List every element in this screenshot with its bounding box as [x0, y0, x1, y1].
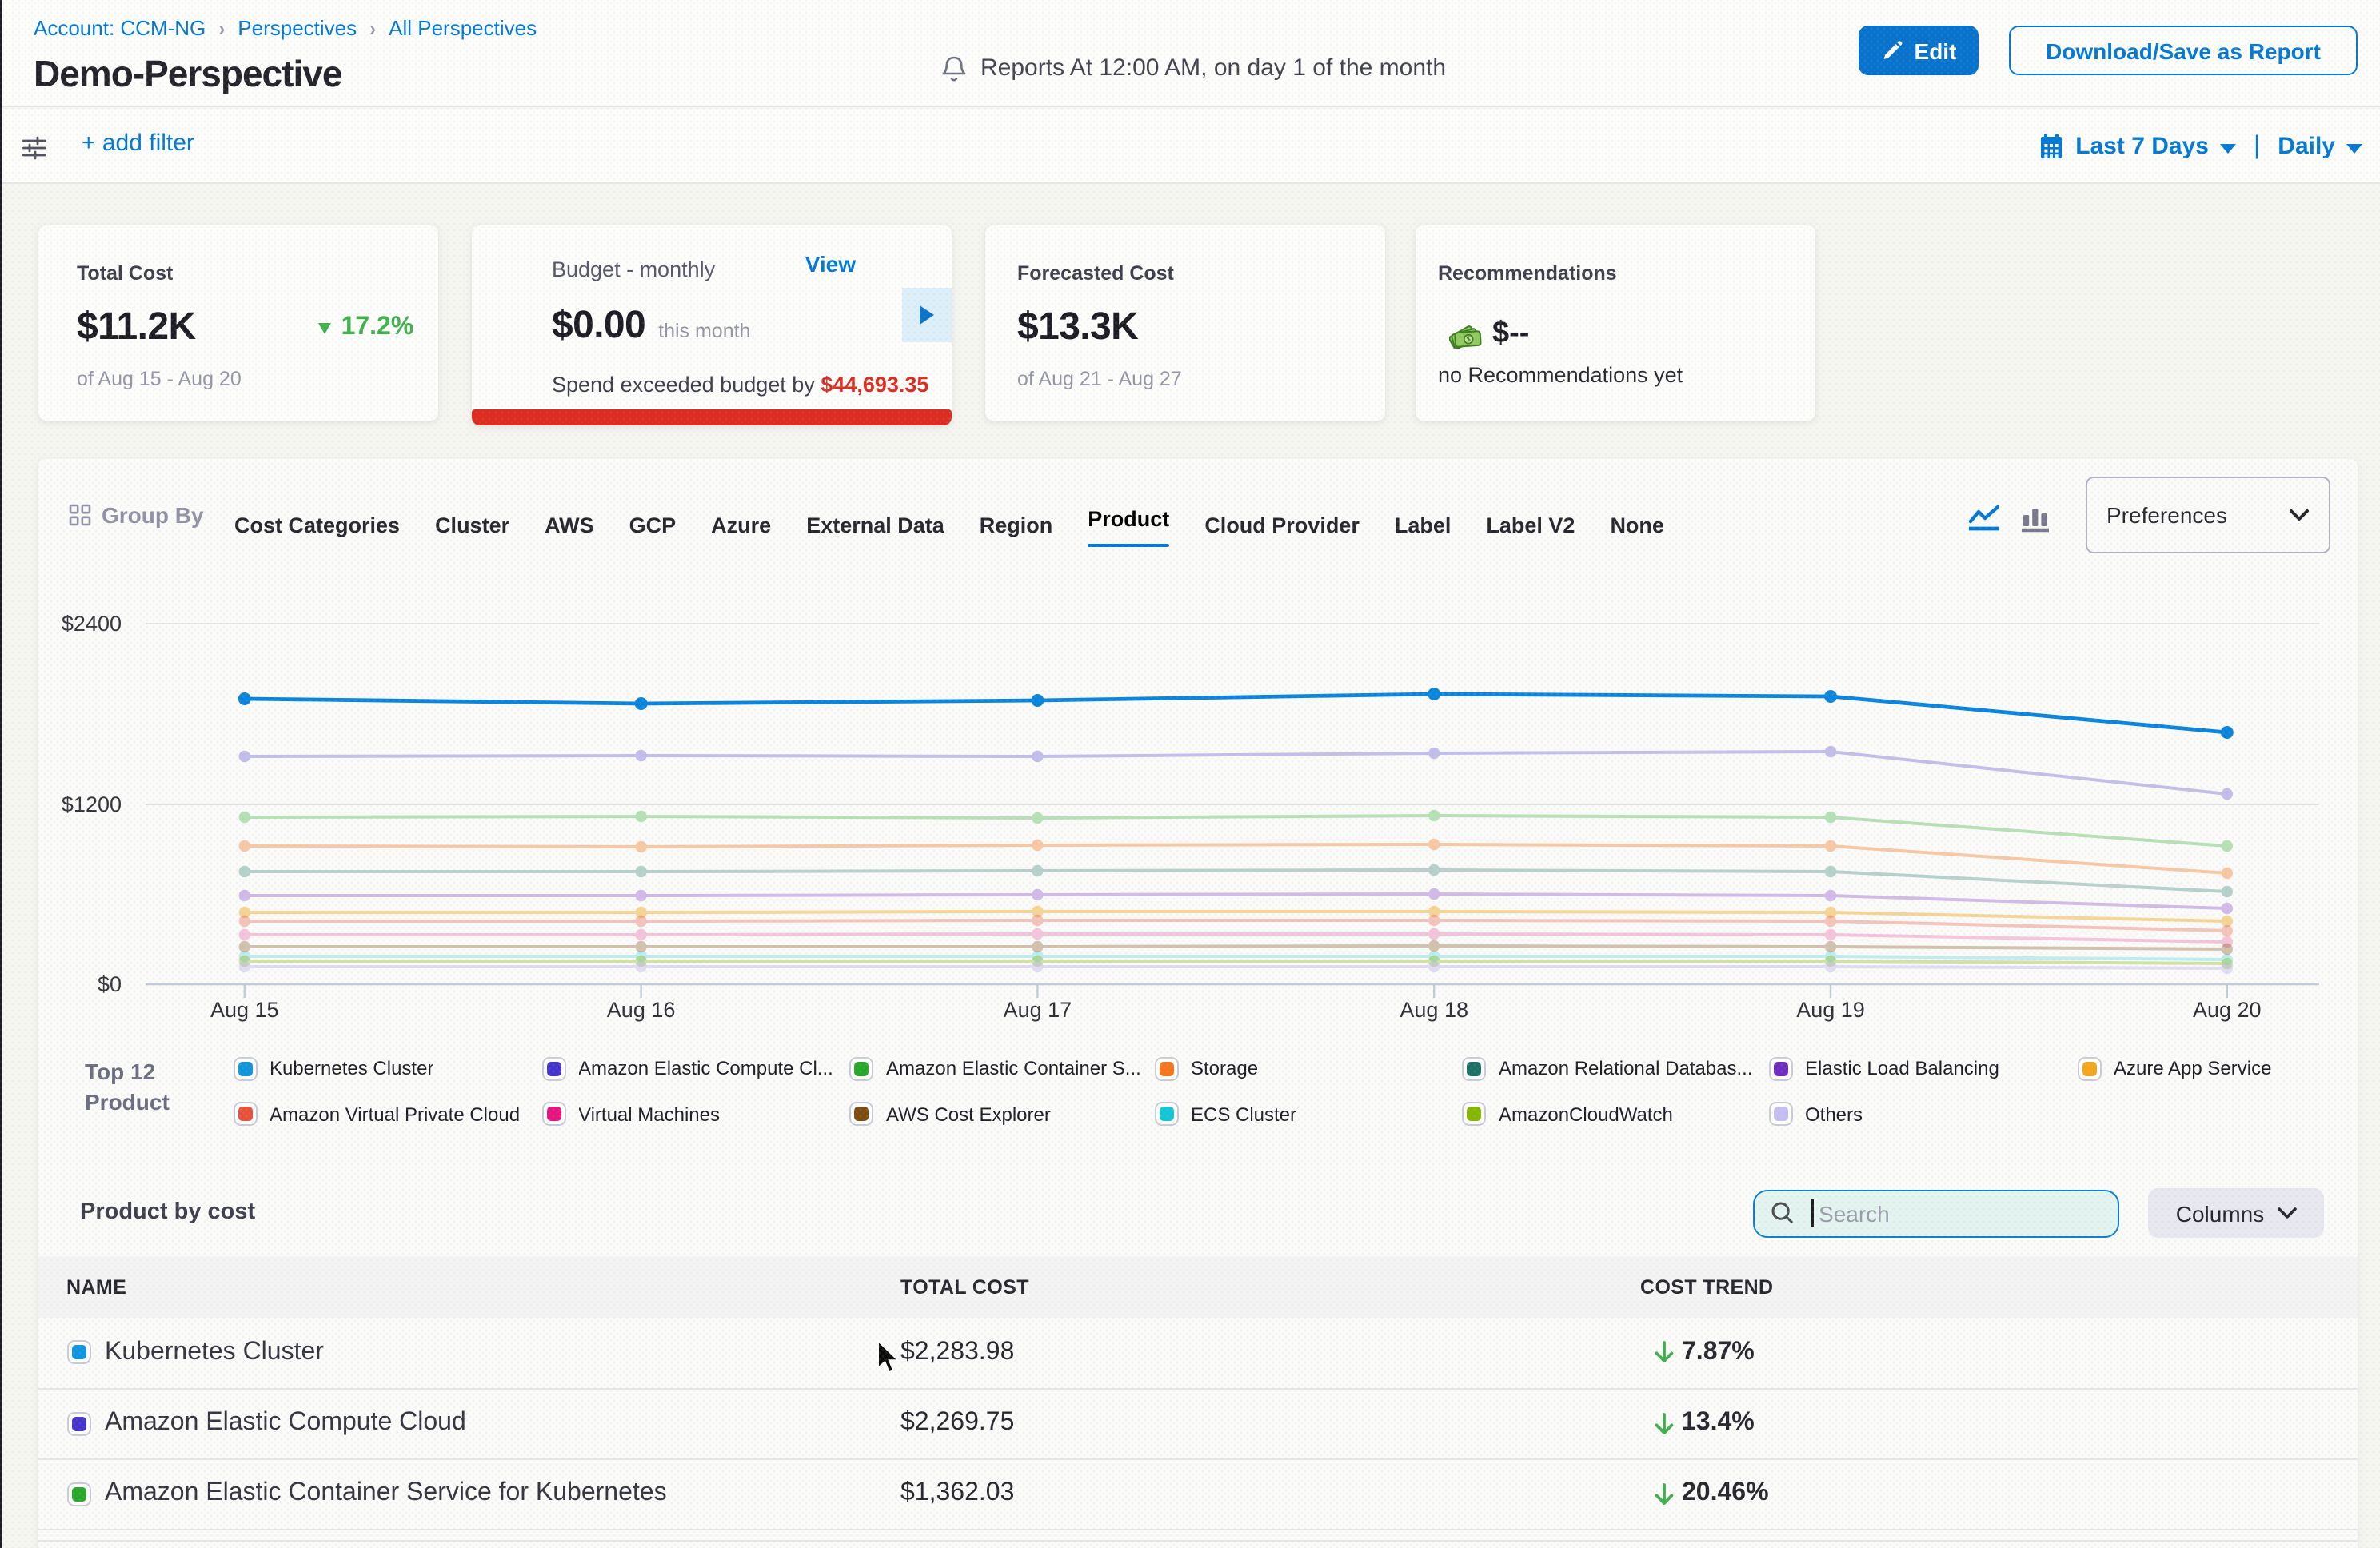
svg-text:$0: $0	[98, 972, 122, 996]
svg-text:Aug 19: Aug 19	[1796, 998, 1865, 1022]
svg-text:Aug 20: Aug 20	[2193, 998, 2262, 1022]
svg-text:Aug 15: Aug 15	[210, 998, 279, 1022]
svg-text:$2400: $2400	[62, 612, 122, 636]
svg-text:Aug 17: Aug 17	[1004, 998, 1072, 1022]
svg-text:Aug 16: Aug 16	[607, 998, 676, 1022]
svg-text:$1200: $1200	[62, 792, 122, 816]
svg-text:Aug 18: Aug 18	[1400, 998, 1468, 1022]
